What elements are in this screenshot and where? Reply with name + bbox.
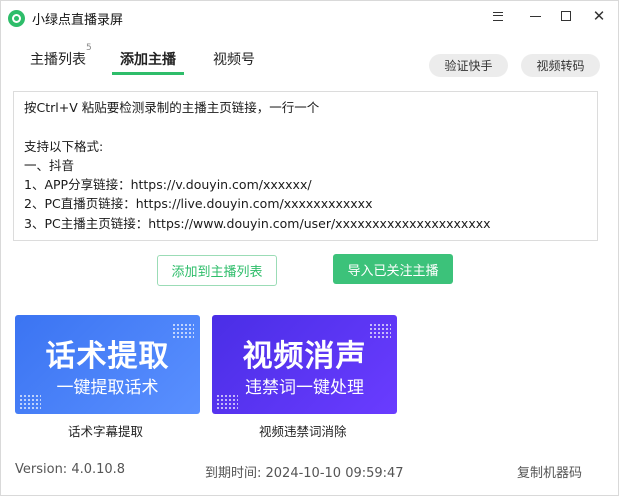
editor-line: 3、PC主播主页链接：https://www.douyin.com/user/x… <box>24 215 491 231</box>
tab-anchor-list-label: 主播列表 <box>30 52 86 68</box>
anchor-count-badge: 5 <box>86 43 92 53</box>
minimize-icon[interactable] <box>520 5 550 27</box>
banner-subtitle: 一键提取话术 <box>56 378 159 398</box>
tab-anchor-list[interactable]: 主播列表 5 <box>30 43 92 69</box>
banner-title: 话术提取 <box>45 339 170 374</box>
speech-extract-banner[interactable]: 话术提取 一键提取话术 <box>15 315 200 414</box>
menu-icon[interactable] <box>483 5 513 27</box>
import-followed-anchors-button[interactable]: 导入已关注主播 <box>333 254 453 284</box>
app-logo-icon <box>8 10 25 27</box>
video-mute-caption[interactable]: 视频违禁词消除 <box>259 421 347 440</box>
tab-add-anchor[interactable]: 添加主播 <box>120 49 176 69</box>
version-label: Version: 4.0.10.8 <box>15 462 126 477</box>
expire-time-label: 到期时间: 2024-10-10 09:59:47 <box>205 466 404 481</box>
banner-title: 视频消声 <box>242 339 367 374</box>
close-icon[interactable]: ✕ <box>584 5 614 27</box>
active-tab-indicator <box>112 72 184 75</box>
app-window: 小绿点直播录屏 ✕ 主播列表 5 添加主播 视频号 验证快手 视频转码 按Ctr… <box>0 0 619 496</box>
window-title: 小绿点直播录屏 <box>32 13 124 28</box>
verify-kuaishou-button[interactable]: 验证快手 <box>429 54 508 77</box>
add-to-anchor-list-button[interactable]: 添加到主播列表 <box>157 255 277 286</box>
video-transcode-button[interactable]: 视频转码 <box>521 54 600 77</box>
maximize-icon[interactable] <box>551 5 581 27</box>
copy-machine-code-link[interactable]: 复制机器码 <box>517 462 582 481</box>
video-mute-banner[interactable]: 视频消声 违禁词一键处理 <box>212 315 397 414</box>
editor-line: 支持以下格式: <box>24 138 104 154</box>
title-bar: 小绿点直播录屏 ✕ <box>1 1 618 33</box>
editor-line: 按Ctrl+V 粘贴要检测录制的主播主页链接，一行一个 <box>24 100 320 115</box>
speech-extract-caption[interactable]: 话术字幕提取 <box>68 421 143 440</box>
editor-line: 1、APP分享链接：https://v.douyin.com/xxxxxx/ <box>24 177 312 193</box>
tab-video-account[interactable]: 视频号 <box>213 49 255 69</box>
link-input-textarea[interactable]: 按Ctrl+V 粘贴要检测录制的主播主页链接，一行一个 支持以下格式: 一、抖音… <box>13 91 598 241</box>
tab-bar: 主播列表 5 添加主播 视频号 验证快手 视频转码 <box>1 41 618 77</box>
editor-line: 2、PC直播页链接：https://live.douyin.com/xxxxxx… <box>24 196 373 212</box>
banner-subtitle: 违禁词一键处理 <box>245 378 364 398</box>
editor-line: 一、抖音 <box>24 157 75 173</box>
